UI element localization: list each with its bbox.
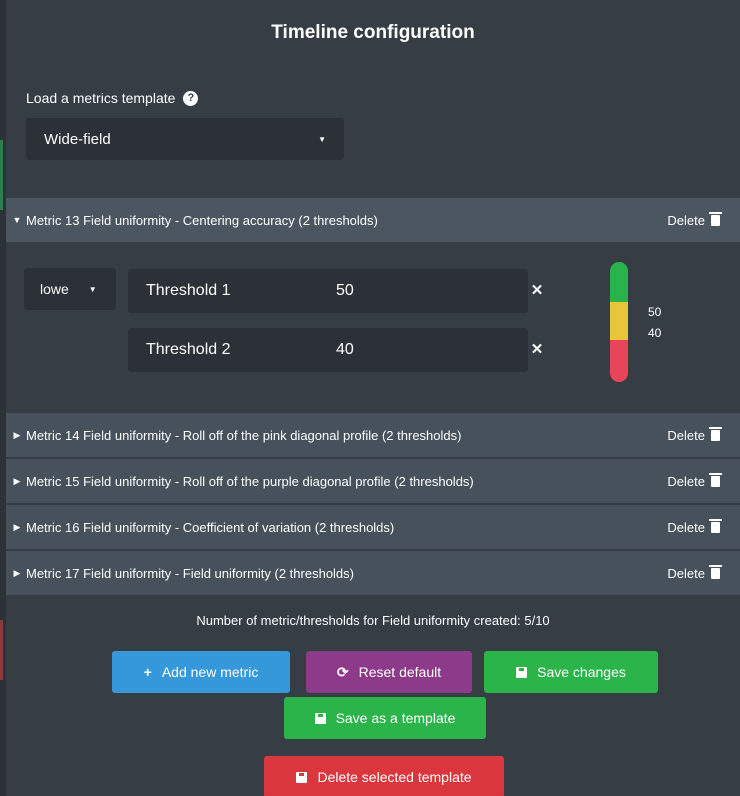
delete-metric-button[interactable]: Delete — [667, 426, 722, 443]
caret-right-icon: ▶ — [13, 521, 21, 532]
trash-icon — [709, 472, 722, 487]
help-icon[interactable]: ? — [183, 90, 199, 106]
caret-right-icon: ▶ — [13, 429, 21, 440]
direction-select[interactable]: lowe ▼ — [24, 268, 116, 310]
trash-icon — [709, 211, 722, 226]
caret-right-icon: ▶ — [13, 567, 21, 578]
direction-value: lowe — [40, 281, 69, 297]
threshold-name: Threshold 1 — [146, 282, 231, 299]
template-select[interactable]: Wide-field ▼ — [26, 118, 344, 160]
remove-threshold-icon[interactable]: ✕ — [530, 281, 544, 299]
timeline-config-panel: Timeline configuration Load a metrics te… — [6, 0, 740, 796]
metric-header-16[interactable]: ▶ Metric 16 Field uniformity - Coefficie… — [6, 505, 740, 549]
threshold-row-1[interactable]: Threshold 1 50 — [128, 269, 528, 313]
delete-metric-button[interactable]: Delete — [667, 211, 722, 228]
gauge-label-high: 50 — [648, 305, 662, 319]
remove-threshold-icon[interactable]: ✕ — [530, 340, 544, 358]
trash-icon — [709, 518, 722, 533]
threshold-name: Threshold 2 — [146, 341, 231, 358]
trash-icon — [709, 564, 722, 579]
trash-icon — [709, 426, 722, 441]
delete-metric-button[interactable]: Delete — [667, 518, 722, 535]
chevron-down-icon: ▼ — [88, 284, 97, 294]
gauge-high-segment — [610, 262, 628, 302]
chevron-down-icon: ▼ — [318, 134, 326, 144]
metric-header-15[interactable]: ▶ Metric 15 Field uniformity - Roll off … — [6, 459, 740, 503]
metric-label: Metric 13 Field uniformity - Centering a… — [26, 212, 378, 228]
refresh-icon: ⟳ — [336, 663, 349, 680]
delete-selected-template-button[interactable]: Delete selected template — [264, 756, 504, 796]
save-icon — [296, 771, 308, 783]
threshold-row-2[interactable]: Threshold 2 40 — [128, 328, 528, 372]
metric-header-14[interactable]: ▶ Metric 14 Field uniformity - Roll off … — [6, 413, 740, 457]
gauge-mid-segment — [610, 302, 628, 340]
threshold-value[interactable]: 50 — [336, 282, 528, 300]
metric-label: Metric 15 Field uniformity - Roll off of… — [26, 473, 474, 489]
save-icon — [314, 712, 326, 724]
gauge-label-low: 40 — [648, 326, 662, 340]
add-new-metric-button[interactable]: + Add new metric — [112, 651, 290, 693]
metric-label: Metric 14 Field uniformity - Roll off of… — [26, 427, 462, 443]
save-icon — [516, 666, 528, 678]
page-title: Timeline configuration — [271, 22, 475, 43]
caret-down-icon: ▼ — [12, 215, 22, 225]
delete-metric-button[interactable]: Delete — [667, 564, 722, 581]
plus-icon: + — [143, 664, 152, 680]
metric-header-17[interactable]: ▶ Metric 17 Field uniformity - Field uni… — [6, 551, 740, 595]
gauge-low-segment — [610, 340, 628, 382]
caret-right-icon: ▶ — [13, 475, 21, 486]
template-select-value: Wide-field — [44, 130, 111, 148]
template-label: Load a metrics template ? — [26, 90, 199, 106]
metric-label: Metric 17 Field uniformity - Field unifo… — [26, 565, 354, 581]
metric-label: Metric 16 Field uniformity - Coefficient… — [26, 519, 395, 535]
save-as-template-button[interactable]: Save as a template — [284, 697, 486, 739]
reset-default-button[interactable]: ⟳ Reset default — [306, 651, 472, 693]
metric-count-text: Number of metric/thresholds for Field un… — [196, 613, 550, 628]
delete-metric-button[interactable]: Delete — [667, 472, 722, 489]
threshold-value[interactable]: 40 — [336, 341, 528, 359]
metric-header-13[interactable]: ▼ Metric 13 Field uniformity - Centering… — [6, 198, 740, 242]
metric-13-body: lowe ▼ Threshold 1 50 ✕ Threshold 2 40 ✕ — [6, 244, 740, 410]
save-changes-button[interactable]: Save changes — [484, 651, 658, 693]
threshold-gauge — [610, 262, 628, 382]
